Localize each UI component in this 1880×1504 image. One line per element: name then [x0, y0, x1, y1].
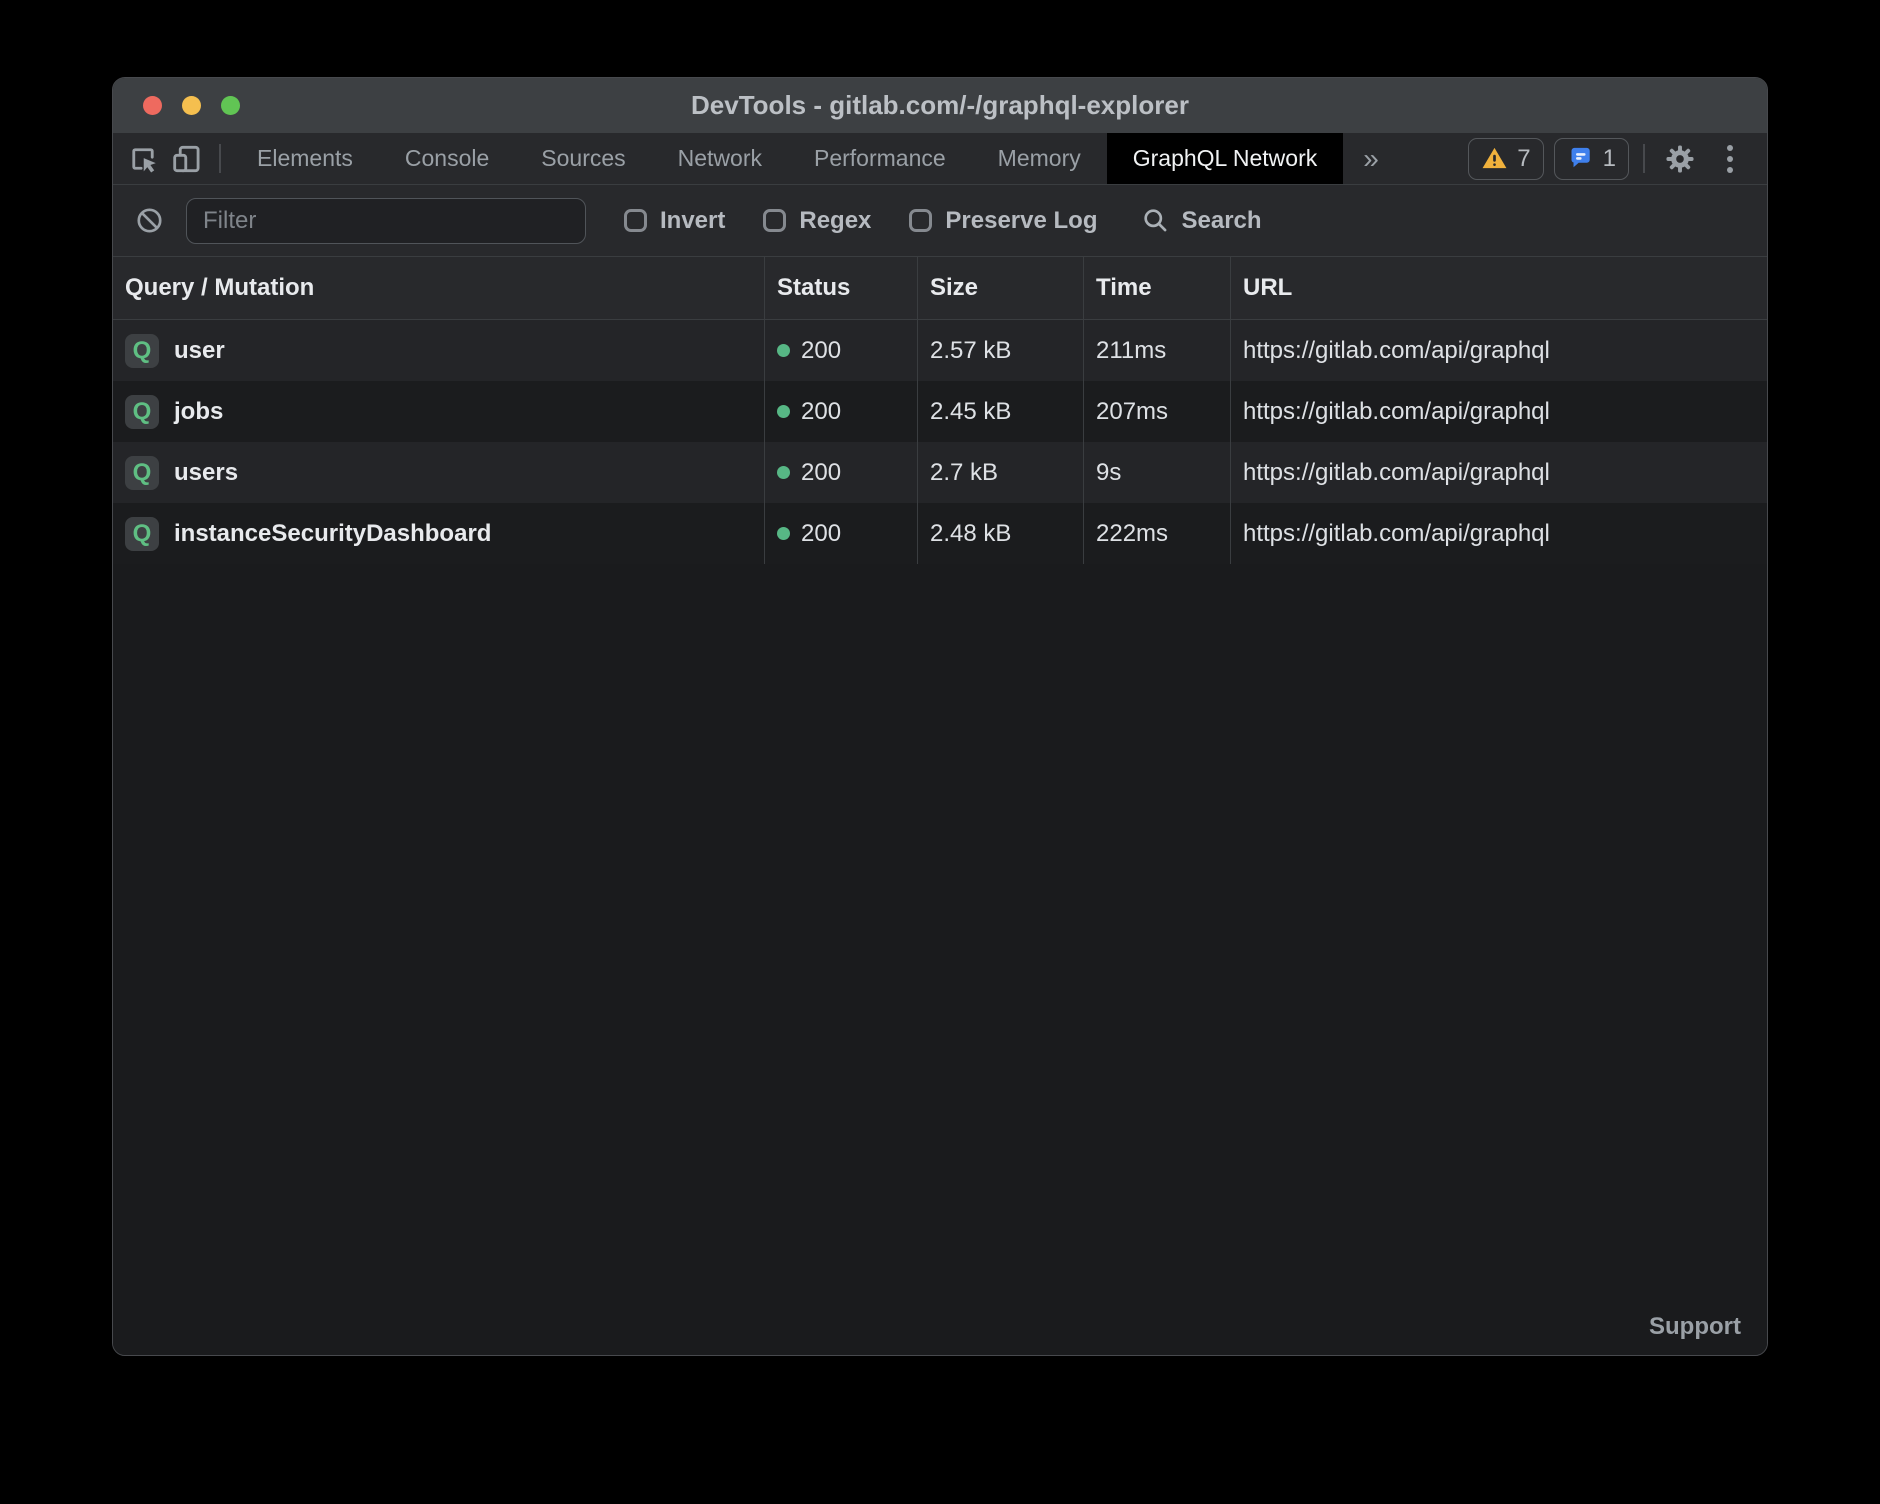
- status-code: 200: [801, 520, 841, 548]
- panel-tabs: Elements Console Sources Network Perform…: [231, 133, 1343, 184]
- response-size: 2.57 kB: [918, 320, 1084, 381]
- table-row[interactable]: Q user 200 2.57 kB 211ms https://gitlab.…: [113, 320, 1767, 381]
- chevron-double-right-icon: »: [1363, 143, 1379, 175]
- toggle-device-toolbar-button[interactable]: [165, 133, 209, 184]
- response-size: 2.45 kB: [918, 381, 1084, 442]
- column-header-status[interactable]: Status: [765, 257, 918, 319]
- clear-log-button[interactable]: [135, 206, 164, 235]
- console-messages-badge[interactable]: 1: [1554, 138, 1629, 180]
- column-header-size[interactable]: Size: [918, 257, 1084, 319]
- search-label: Search: [1181, 207, 1261, 235]
- request-url: https://gitlab.com/api/graphql: [1231, 442, 1767, 503]
- request-url: https://gitlab.com/api/graphql: [1231, 320, 1767, 381]
- query-name: jobs: [174, 398, 223, 426]
- issues-warning-badge[interactable]: 7: [1468, 138, 1543, 180]
- table-row[interactable]: Q users 200 2.7 kB 9s https://gitlab.com…: [113, 442, 1767, 503]
- filter-toolbar: Invert Regex Preserve Log Search: [113, 185, 1767, 257]
- kebab-menu-icon: [1721, 145, 1739, 173]
- table-row[interactable]: Q jobs 200 2.45 kB 207ms https://gitlab.…: [113, 381, 1767, 442]
- tabbar-separator-right: [1643, 144, 1645, 173]
- message-count: 1: [1603, 145, 1616, 173]
- regex-checkbox[interactable]: [763, 209, 786, 232]
- preserve-log-checkbox-group[interactable]: Preserve Log: [909, 207, 1097, 235]
- filter-input[interactable]: [186, 198, 586, 244]
- query-name: user: [174, 337, 225, 365]
- window-title: DevTools - gitlab.com/-/graphql-explorer: [113, 90, 1767, 121]
- devtools-window: DevTools - gitlab.com/-/graphql-explorer…: [112, 77, 1768, 1356]
- tab-console[interactable]: Console: [379, 133, 515, 184]
- tabbar-pad: [1755, 133, 1767, 184]
- titlebar: DevTools - gitlab.com/-/graphql-explorer: [113, 78, 1767, 133]
- column-header-url[interactable]: URL: [1231, 257, 1767, 319]
- query-type-badge: Q: [125, 395, 159, 429]
- request-url: https://gitlab.com/api/graphql: [1231, 381, 1767, 442]
- response-time: 211ms: [1084, 320, 1231, 381]
- preserve-log-checkbox[interactable]: [909, 209, 932, 232]
- customize-devtools-button[interactable]: [1705, 133, 1755, 184]
- request-url: https://gitlab.com/api/graphql: [1231, 503, 1767, 564]
- search-button[interactable]: Search: [1141, 206, 1261, 235]
- inspect-cursor-icon: [127, 143, 159, 175]
- devtools-tabbar: Elements Console Sources Network Perform…: [113, 133, 1767, 185]
- response-size: 2.7 kB: [918, 442, 1084, 503]
- gear-icon: [1664, 143, 1696, 175]
- invert-checkbox-group[interactable]: Invert: [624, 207, 725, 235]
- regex-label: Regex: [799, 207, 871, 235]
- search-icon: [1141, 206, 1170, 235]
- status-ok-dot-icon: [777, 405, 790, 418]
- console-message-icon: [1567, 145, 1594, 172]
- support-link[interactable]: Support: [1649, 1313, 1741, 1341]
- table-row[interactable]: Q instanceSecurityDashboard 200 2.48 kB …: [113, 503, 1767, 564]
- tab-elements[interactable]: Elements: [231, 133, 379, 184]
- query-type-badge: Q: [125, 517, 159, 551]
- tab-performance[interactable]: Performance: [788, 133, 972, 184]
- screen: DevTools - gitlab.com/-/graphql-explorer…: [0, 0, 1880, 1504]
- warning-count: 7: [1517, 145, 1530, 173]
- inspect-element-button[interactable]: [121, 133, 165, 184]
- response-size: 2.48 kB: [918, 503, 1084, 564]
- query-name: users: [174, 459, 238, 487]
- status-code: 200: [801, 398, 841, 426]
- tab-graphql-network[interactable]: GraphQL Network: [1107, 133, 1344, 184]
- invert-label: Invert: [660, 207, 725, 235]
- tab-sources[interactable]: Sources: [515, 133, 651, 184]
- response-time: 9s: [1084, 442, 1231, 503]
- status-badges: 7 1: [1468, 133, 1629, 184]
- tabbar-spacer: [1399, 133, 1468, 184]
- response-time: 222ms: [1084, 503, 1231, 564]
- query-type-badge: Q: [125, 334, 159, 368]
- block-icon: [135, 206, 164, 235]
- settings-button[interactable]: [1655, 133, 1705, 184]
- status-code: 200: [801, 337, 841, 365]
- response-time: 207ms: [1084, 381, 1231, 442]
- tab-network[interactable]: Network: [652, 133, 788, 184]
- column-header-time[interactable]: Time: [1084, 257, 1231, 319]
- warning-triangle-icon: [1481, 145, 1508, 172]
- status-code: 200: [801, 459, 841, 487]
- table-empty-area: Support: [113, 564, 1767, 1355]
- regex-checkbox-group[interactable]: Regex: [763, 207, 871, 235]
- query-type-badge: Q: [125, 456, 159, 490]
- preserve-log-label: Preserve Log: [945, 207, 1097, 235]
- status-ok-dot-icon: [777, 527, 790, 540]
- column-header-query-mutation[interactable]: Query / Mutation: [113, 257, 765, 319]
- table-header: Query / Mutation Status Size Time URL: [113, 257, 1767, 320]
- more-tabs-button[interactable]: »: [1343, 133, 1399, 184]
- device-toolbar-icon: [171, 143, 203, 175]
- tabbar-separator: [219, 144, 221, 173]
- invert-checkbox[interactable]: [624, 209, 647, 232]
- status-ok-dot-icon: [777, 466, 790, 479]
- tab-memory[interactable]: Memory: [972, 133, 1107, 184]
- status-ok-dot-icon: [777, 344, 790, 357]
- query-name: instanceSecurityDashboard: [174, 520, 491, 548]
